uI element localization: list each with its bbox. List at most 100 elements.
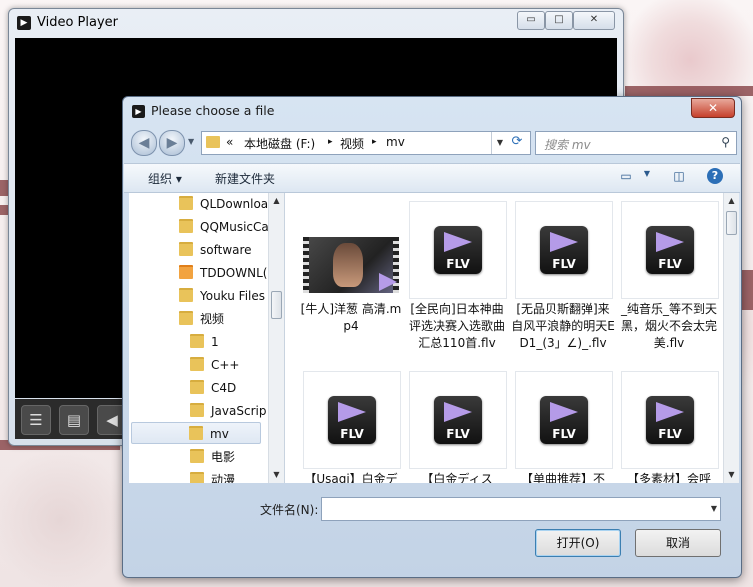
folder-icon: [179, 196, 193, 210]
folder-icon: [206, 136, 220, 148]
tree-item[interactable]: 视频: [179, 308, 224, 330]
tree-item-label: 1: [211, 335, 219, 349]
tree-item-mv-selected[interactable]: mv: [131, 422, 261, 444]
refresh-icon[interactable]: ⟳: [507, 133, 527, 151]
folder-icon: [190, 403, 204, 417]
tree-item[interactable]: QLDownloa: [179, 193, 268, 215]
folder-icon: [189, 426, 203, 440]
address-chevron[interactable]: «: [226, 135, 233, 149]
flv-file-icon: FLV: [646, 226, 694, 274]
tree-item-label: software: [200, 243, 252, 257]
tree-item-label: C4D: [211, 381, 237, 395]
video-thumbnail: [303, 237, 399, 293]
tree-item[interactable]: C++: [190, 354, 240, 376]
tree-item[interactable]: 电影: [190, 446, 235, 468]
folder-icon: [179, 288, 193, 302]
maximize-button[interactable]: □: [545, 11, 573, 30]
dialog-title: Please choose a file: [151, 103, 275, 118]
tree-item-label: TDDOWNL(: [200, 266, 268, 280]
folder-icon: [179, 242, 193, 256]
search-icon[interactable]: ⚲: [721, 135, 730, 149]
tree-item[interactable]: 1: [190, 331, 219, 353]
flv-file-icon: FLV: [434, 396, 482, 444]
dialog-app-icon: ▶: [132, 105, 145, 118]
tree-item-label: 电影: [211, 450, 236, 464]
help-icon[interactable]: ?: [707, 168, 723, 184]
tree-item-label: C++: [211, 358, 240, 372]
tree-item[interactable]: QQMusicCa: [179, 216, 269, 238]
scrollbar-thumb[interactable]: [271, 291, 282, 319]
scrollbar-thumb[interactable]: [726, 211, 737, 235]
app-icon: ▶: [17, 16, 31, 30]
open-button[interactable]: 打开(O): [535, 529, 621, 557]
tree-item-label: QQMusicCa: [200, 220, 269, 234]
folder-icon: [190, 449, 204, 463]
tree-item[interactable]: C4D: [190, 377, 236, 399]
tree-scrollbar[interactable]: ▲ ▼: [268, 193, 284, 483]
file-name: 【单曲推荐】不: [520, 472, 605, 483]
back-arrow-icon[interactable]: ◀: [131, 130, 157, 156]
file-name: [无品贝斯翻弹]来自风平浪静的明天ED1_(3」∠)_.flv: [511, 302, 615, 350]
scroll-down-icon[interactable]: ▼: [269, 467, 284, 483]
file-name: 【白金ディス: [421, 472, 493, 483]
file-name: [牛人]洋葱 高清.mp4: [300, 302, 402, 333]
tree-item-label: Youku Files: [200, 289, 266, 303]
folder-icon: [190, 472, 204, 483]
tree-item-label: QLDownloa: [200, 197, 269, 211]
address-dropdown-icon[interactable]: ▼: [491, 132, 508, 154]
file-name: 【Usagi】白金デ: [304, 472, 398, 483]
window-title: Video Player: [37, 15, 119, 30]
folder-icon: [179, 311, 193, 325]
recent-pages-dropdown-icon[interactable]: ▼: [188, 137, 194, 146]
tree-item[interactable]: 动漫: [190, 469, 235, 483]
preview-pane-icon[interactable]: ◫: [670, 169, 688, 185]
filename-input[interactable]: ▼: [321, 497, 721, 521]
dialog-close-button[interactable]: ✕: [691, 98, 735, 118]
breadcrumb-separator[interactable]: ▸: [372, 137, 377, 147]
address-bar[interactable]: « 本地磁盘 (F:) ▸ 视频 ▸ mv ▼: [201, 131, 531, 155]
view-dropdown-icon[interactable]: ▼: [638, 169, 656, 185]
filename-label: 文件名(N):: [260, 503, 319, 517]
filename-dropdown-icon[interactable]: ▼: [711, 498, 717, 520]
flv-file-icon: FLV: [540, 226, 588, 274]
breadcrumb-drive[interactable]: 本地磁盘 (F:): [244, 135, 315, 152]
tree-item[interactable]: software: [179, 239, 252, 261]
scroll-up-icon[interactable]: ▲: [269, 193, 284, 209]
file-list: [牛人]洋葱 高清.mp4 FLV [全民向]日本神曲评选决赛入选歌曲汇总110…: [285, 193, 739, 483]
new-folder-button[interactable]: 新建文件夹: [215, 170, 275, 187]
close-button[interactable]: ✕: [573, 11, 615, 30]
search-placeholder: 搜索 mv: [544, 138, 591, 152]
view-options-icon[interactable]: ▭: [617, 169, 635, 185]
minimize-button[interactable]: ▭: [517, 11, 545, 30]
tree-item-label: mv: [210, 427, 229, 441]
tree-item[interactable]: TDDOWNL(: [179, 262, 267, 284]
thunder-folder-icon: [179, 265, 193, 279]
tree-item[interactable]: Youku Files: [179, 285, 265, 307]
file-name: 【多素材】会呼: [626, 472, 711, 483]
search-input[interactable]: 搜索 mv ⚲: [535, 131, 737, 155]
file-name: _纯音乐_等不到天黑，烟火不会太完美.flv: [620, 302, 717, 350]
breadcrumb-videos[interactable]: 视频: [340, 135, 364, 152]
file-list-scrollbar[interactable]: ▲ ▼: [723, 193, 739, 483]
flv-file-icon: FLV: [646, 396, 694, 444]
file-icon[interactable]: ▤: [59, 405, 89, 435]
forward-arrow-icon[interactable]: ▶: [159, 130, 185, 156]
breadcrumb-separator[interactable]: ▸: [328, 137, 333, 147]
scroll-up-icon[interactable]: ▲: [724, 193, 739, 209]
scroll-down-icon[interactable]: ▼: [724, 467, 739, 483]
cancel-button[interactable]: 取消: [635, 529, 721, 557]
flv-file-icon: FLV: [540, 396, 588, 444]
navigation-pane: QLDownloa QQMusicCa software TDDOWNL( Yo…: [129, 193, 285, 483]
tree-item[interactable]: JavaScrip: [190, 400, 266, 422]
playlist-icon[interactable]: ☰: [21, 405, 51, 435]
flv-file-icon: FLV: [434, 226, 482, 274]
organize-menu[interactable]: 组织 ▾: [148, 170, 182, 187]
breadcrumb-mv[interactable]: mv: [386, 135, 405, 149]
folder-icon: [179, 219, 193, 233]
folder-icon: [190, 334, 204, 348]
file-name: [全民向]日本神曲评选决赛入选歌曲汇总110首.flv: [408, 302, 505, 350]
folder-icon: [190, 380, 204, 394]
tree-item-label: 动漫: [211, 473, 236, 483]
flv-file-icon: FLV: [328, 396, 376, 444]
play-icon: [379, 273, 397, 291]
